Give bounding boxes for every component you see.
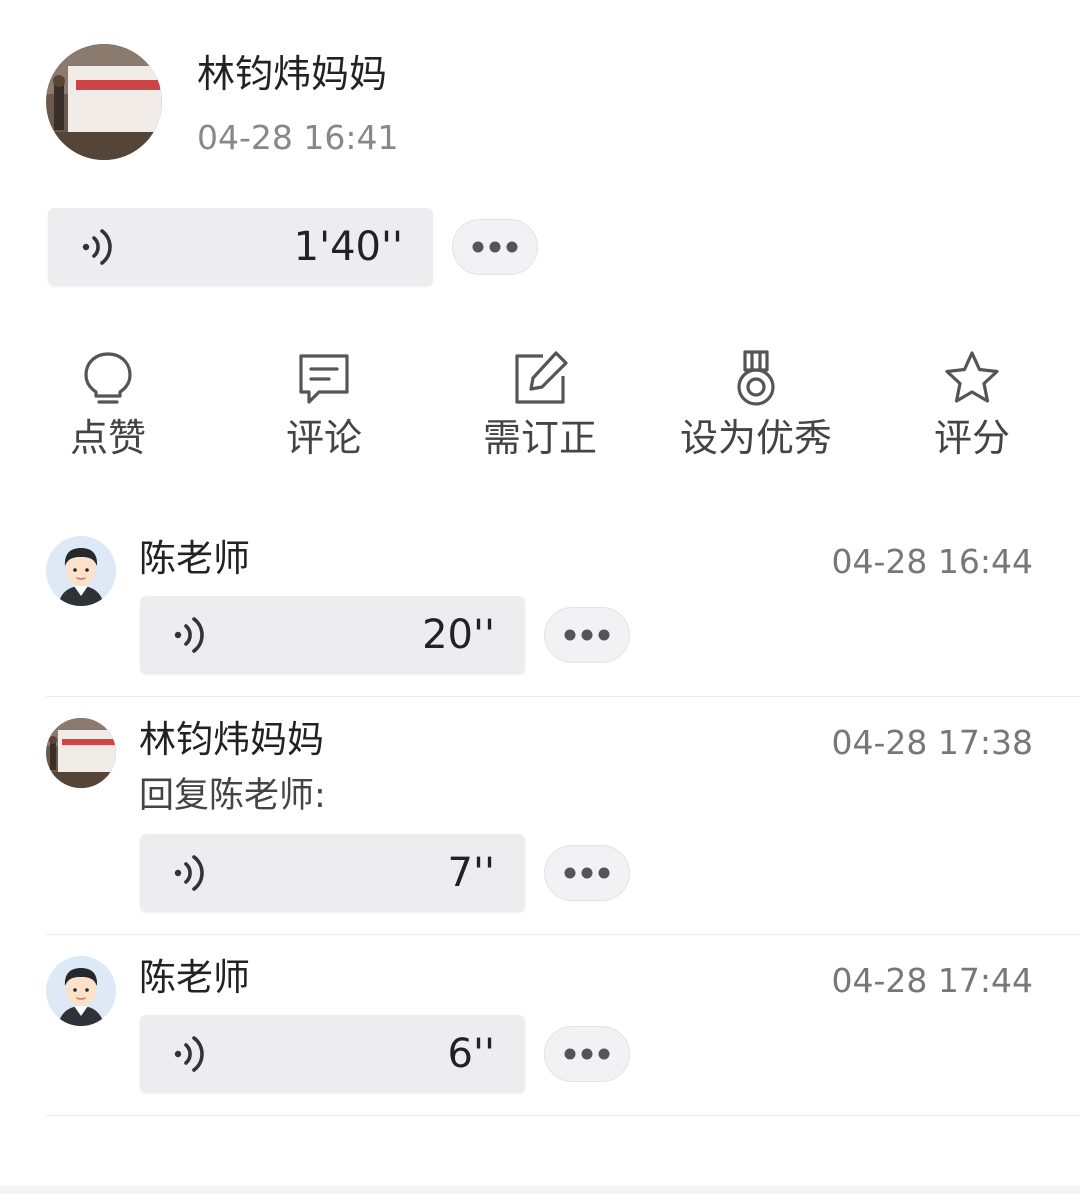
voice-wave-icon bbox=[82, 229, 112, 265]
comment-divider bbox=[46, 1115, 1080, 1116]
needs-correction-label: 需订正 bbox=[482, 416, 597, 460]
voice-duration: 7'' bbox=[447, 850, 495, 896]
teacher-avatar[interactable] bbox=[46, 956, 116, 1026]
voice-wave-icon bbox=[174, 617, 204, 653]
author-avatar[interactable] bbox=[46, 44, 162, 160]
comment-divider bbox=[46, 934, 1080, 935]
medal-icon bbox=[737, 350, 775, 406]
comment-timestamp: 04-28 17:44 bbox=[831, 961, 1033, 1000]
homework-detail-page: 林钧炜妈妈 04-28 16:41 1'40'' 点赞 评论 需订正 设为优秀 … bbox=[0, 0, 1080, 1194]
set-excellent-action[interactable]: 设为优秀 bbox=[661, 348, 851, 468]
ellipsis-icon bbox=[472, 241, 518, 253]
comment-divider bbox=[46, 696, 1080, 697]
voice-message[interactable]: 20'' bbox=[140, 596, 525, 674]
voice-wave-icon bbox=[174, 855, 204, 891]
score-action[interactable]: 评分 bbox=[877, 348, 1067, 468]
ellipsis-icon bbox=[564, 629, 610, 641]
voice-duration: 1'40'' bbox=[293, 224, 403, 270]
more-options-button[interactable] bbox=[452, 219, 538, 275]
voice-duration: 6'' bbox=[447, 1031, 495, 1077]
star-icon bbox=[945, 351, 999, 403]
comment-timestamp: 04-28 17:38 bbox=[831, 723, 1033, 762]
voice-wave-icon bbox=[174, 1036, 204, 1072]
author-name: 林钧炜妈妈 bbox=[197, 52, 388, 96]
score-label: 评分 bbox=[933, 416, 1010, 460]
comment-timestamp: 04-28 16:44 bbox=[831, 542, 1033, 581]
comment-label: 评论 bbox=[285, 416, 362, 460]
comment-action[interactable]: 评论 bbox=[229, 348, 419, 468]
needs-correction-action[interactable]: 需订正 bbox=[445, 348, 635, 468]
voice-message[interactable]: 6'' bbox=[140, 1015, 525, 1093]
lightbulb-icon bbox=[84, 352, 132, 404]
comment-author: 陈老师 bbox=[139, 537, 250, 580]
more-options-button[interactable] bbox=[544, 845, 630, 901]
more-options-button[interactable] bbox=[544, 1026, 630, 1082]
ellipsis-icon bbox=[564, 1048, 610, 1060]
parent-avatar[interactable] bbox=[46, 718, 116, 788]
bottom-strip bbox=[0, 1186, 1080, 1194]
comment-author: 林钧炜妈妈 bbox=[139, 718, 324, 761]
voice-message[interactable]: 1'40'' bbox=[48, 208, 433, 286]
reply-to-label: 回复陈老师: bbox=[139, 776, 326, 816]
voice-duration: 20'' bbox=[422, 612, 495, 658]
teacher-avatar[interactable] bbox=[46, 536, 116, 606]
edit-icon bbox=[515, 351, 568, 404]
voice-message[interactable]: 7'' bbox=[140, 834, 525, 912]
comment-icon bbox=[299, 354, 349, 404]
more-options-button[interactable] bbox=[544, 607, 630, 663]
like-label: 点赞 bbox=[69, 416, 146, 460]
comment-author: 陈老师 bbox=[139, 956, 250, 999]
set-excellent-label: 设为优秀 bbox=[679, 416, 832, 460]
ellipsis-icon bbox=[564, 867, 610, 879]
post-timestamp: 04-28 16:41 bbox=[197, 118, 399, 157]
like-action[interactable]: 点赞 bbox=[13, 348, 203, 468]
